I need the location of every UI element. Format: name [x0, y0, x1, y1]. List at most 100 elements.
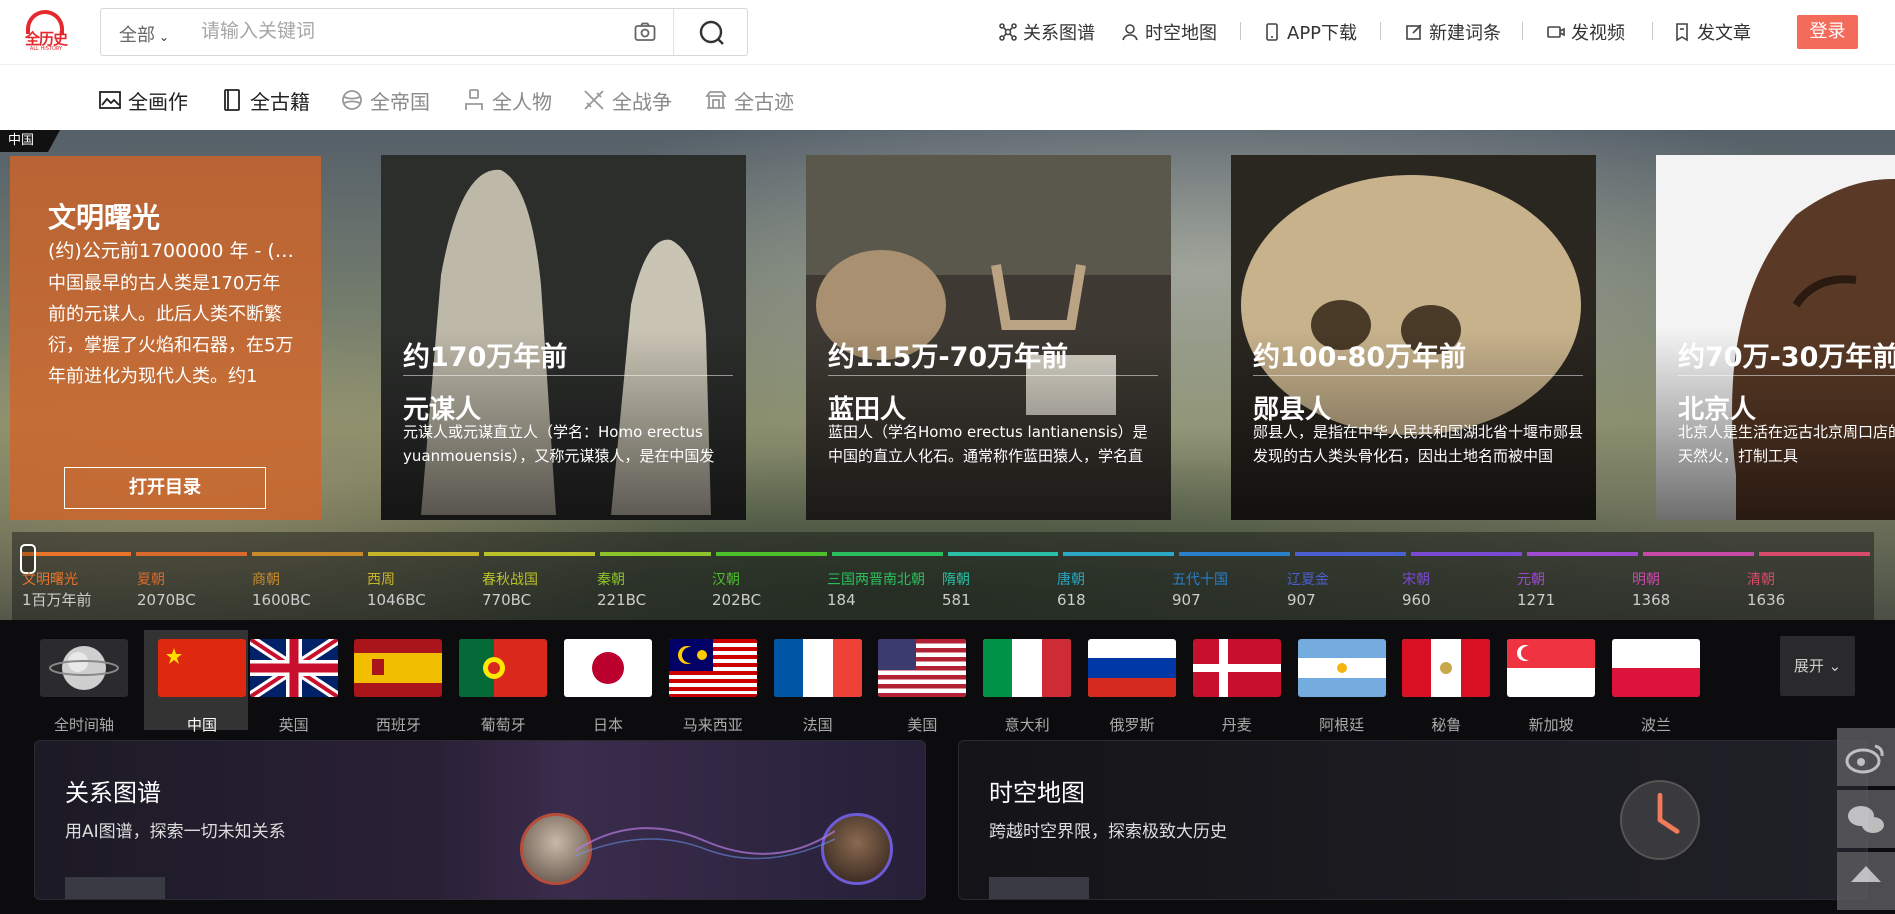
chevron-down-icon: ⌄ [159, 30, 170, 44]
country-pe[interactable]: 秘鲁 [1388, 630, 1491, 734]
login-button[interactable]: 登录 [1797, 15, 1858, 49]
timeline-dynasty[interactable]: 五代十国 907 [1172, 570, 1228, 610]
category-paintings[interactable]: 全画作 [98, 87, 188, 114]
country-es[interactable]: 西班牙 [340, 630, 443, 734]
timeline-dynasty[interactable]: 汉朝 202BC [712, 570, 761, 610]
timeline-segment[interactable] [20, 552, 131, 556]
timeline-dynasty[interactable]: 元朝 1271 [1517, 570, 1555, 610]
category-heritage-sites[interactable]: 全古迹 [704, 87, 794, 114]
site-logo[interactable]: 全历史 ALL HISTORY [20, 10, 72, 52]
dynasty-name: 辽夏金 [1287, 572, 1329, 588]
intro-title: 文明曙光 [48, 201, 161, 234]
search-input[interactable] [201, 15, 621, 49]
timeline-dynasty[interactable]: 隋朝 581 [942, 570, 971, 610]
card-era: 约115万-70万年前 [828, 342, 1069, 373]
timeline-segment[interactable] [1179, 552, 1291, 556]
timeline-segment[interactable] [251, 552, 363, 556]
timeline-segment[interactable] [831, 552, 943, 556]
category-label: 全战争 [612, 89, 672, 114]
timeline-dynasty[interactable]: 辽夏金 907 [1287, 570, 1329, 610]
dynasty-name: 夏朝 [137, 572, 165, 588]
history-card[interactable]: 约115万-70万年前 蓝田人 蓝田人（学名Homo erectus lanti… [806, 155, 1171, 520]
history-card[interactable]: 约170万年前 元谋人 元谋人或元谋直立人（学名：Homo erectus yu… [381, 155, 746, 520]
country-fr[interactable]: 法国 [760, 630, 862, 734]
panel-button[interactable] [65, 877, 165, 899]
timeline-track[interactable] [20, 552, 1870, 556]
relation-graph-panel[interactable]: 关系图谱 用AI图谱，探索一切未知关系 [34, 740, 926, 900]
open-catalog-button[interactable]: 打开目录 [64, 467, 266, 509]
category-people[interactable]: 全人物 [462, 87, 552, 114]
country-it[interactable]: 意大利 [969, 630, 1072, 734]
country-ru[interactable]: 俄罗斯 [1074, 630, 1176, 734]
nav-separator [1240, 22, 1241, 40]
back-to-top-button[interactable] [1837, 852, 1895, 910]
globe-icon [342, 90, 362, 110]
timeline-dynasty[interactable]: 春秋战国 770BC [482, 570, 538, 610]
country-gb[interactable]: 英国 [236, 630, 338, 734]
flag-icon [1088, 639, 1176, 697]
timeline-dynasty[interactable]: 宋朝 960 [1402, 570, 1431, 610]
panel-button[interactable] [989, 877, 1089, 899]
nav-label: 新建词条 [1429, 23, 1501, 44]
spacetime-map-panel[interactable]: 时空地图 跨越时空界限，探索极致大历史 [958, 740, 1868, 900]
country-globe[interactable]: 全时间轴 [26, 630, 128, 734]
timeline-dynasty[interactable]: 明朝 1368 [1632, 570, 1670, 610]
timeline-dynasty[interactable]: 商朝 1600BC [252, 570, 311, 610]
country-label: 马来西亚 [682, 716, 743, 734]
dynasty-start-year: 1368 [1632, 591, 1671, 609]
nav-post-video[interactable]: 发视频 [1546, 18, 1625, 46]
country-ar[interactable]: 阿根廷 [1284, 630, 1386, 734]
flag-icon [773, 639, 862, 697]
country-pt[interactable]: 葡萄牙 [445, 630, 548, 734]
nav-post-article[interactable]: 发文章 [1672, 18, 1751, 46]
timeline-segment[interactable] [367, 552, 479, 556]
search-scope-select[interactable]: 全部 ⌄ [119, 21, 169, 47]
nav-app-download[interactable]: APP下载 [1262, 18, 1357, 46]
category-ancient-books[interactable]: 全古籍 [220, 87, 310, 114]
expand-countries-button[interactable]: 展开 ⌄ [1780, 636, 1855, 696]
timeline-segment[interactable] [1643, 552, 1755, 556]
timeline-segment[interactable] [135, 552, 247, 556]
nav-spacetime-map[interactable]: 时空地图 [1120, 18, 1217, 46]
country-label: 西班牙 [375, 716, 421, 734]
timeline-dynasty[interactable]: 西周 1046BC [367, 570, 426, 610]
timeline-dynasty[interactable]: 秦朝 221BC [597, 570, 646, 610]
country-cn[interactable]: 中国 [144, 630, 248, 734]
country-my[interactable]: 马来西亚 [655, 630, 757, 734]
timeline-segment[interactable] [1295, 552, 1407, 556]
search-icon[interactable] [697, 18, 727, 48]
category-empires[interactable]: 全帝国 [340, 87, 430, 114]
timeline-dynasty[interactable]: 夏朝 2070BC [137, 570, 196, 610]
timeline-dynasty[interactable]: 文明曙光 1百万年前 [22, 570, 92, 610]
camera-icon[interactable] [633, 20, 657, 44]
country-dk[interactable]: 丹麦 [1179, 630, 1281, 734]
country-sg[interactable]: 新加坡 [1493, 630, 1596, 734]
country-us[interactable]: 美国 [864, 630, 967, 734]
nav-new-entry[interactable]: 新建词条 [1404, 18, 1501, 46]
timeline-dynasty[interactable]: 清朝 1636 [1747, 570, 1785, 610]
timeline-segment[interactable] [599, 552, 711, 556]
dynasty-start-year: 202BC [712, 591, 762, 609]
timeline-dynasty[interactable]: 唐朝 618 [1057, 570, 1086, 610]
category-wars[interactable]: 全战争 [582, 87, 672, 114]
dynasty-name: 元朝 [1517, 572, 1545, 588]
timeline-segment[interactable] [1063, 552, 1175, 556]
timeline-segment[interactable] [483, 552, 595, 556]
timeline-segment[interactable] [715, 552, 827, 556]
timeline-segment[interactable] [1411, 552, 1523, 556]
weibo-share-button[interactable] [1837, 728, 1895, 786]
history-card[interactable]: 约70万-30万年前 北京人 北京人是生活在远古北京周口店的直立人，会使用天然火… [1656, 155, 1895, 520]
timeline-segment[interactable] [1759, 552, 1870, 556]
wechat-share-button[interactable] [1837, 790, 1895, 848]
flag-icon [564, 639, 652, 697]
timeline-segment[interactable] [947, 552, 1059, 556]
timeline-dynasty[interactable]: 三国两晋南北朝 184 [827, 570, 925, 610]
timeline-segment[interactable] [1527, 552, 1639, 556]
nav-relation-graph[interactable]: 关系图谱 [998, 18, 1095, 46]
top-bar: 全历史 ALL HISTORY 全部 ⌄ 关系图谱 时空地图 APP下载 新建词条… [0, 0, 1895, 65]
dynasty-timeline: 文明曙光 1百万年前 夏朝 2070BC 商朝 1600BC 西周 1046BC 春秋战国 770… [12, 532, 1874, 620]
history-card[interactable]: 约100-80万年前 郧县人 郧县人，是指在中华人民共和国湖北省十堰市郧县发现的… [1231, 155, 1596, 520]
flag-icon [249, 639, 338, 697]
country-jp[interactable]: 日本 [550, 630, 652, 734]
country-pl[interactable]: 波兰 [1598, 630, 1700, 734]
